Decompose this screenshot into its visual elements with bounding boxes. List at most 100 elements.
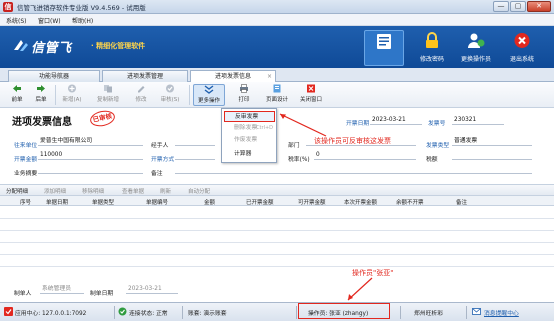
more-actions-button[interactable]: 更多操作 bbox=[193, 84, 225, 106]
change-password-label: 修改密码 bbox=[419, 56, 444, 63]
summary-value bbox=[38, 166, 40, 172]
col-seq: 序号 bbox=[20, 200, 32, 206]
exit-system-button[interactable]: 退出系统 bbox=[502, 30, 542, 66]
invoice-type-value: 普通发票 bbox=[454, 138, 478, 144]
maximize-button[interactable]: ▢ bbox=[510, 1, 526, 12]
add-detail-button[interactable]: 添加明细 bbox=[44, 187, 66, 195]
amount-value: 110000 bbox=[40, 152, 63, 158]
invoice-method-value bbox=[175, 152, 177, 158]
page-design-button[interactable]: 页面设计 bbox=[262, 84, 292, 106]
invoice-date-field[interactable]: 2023-03-21 bbox=[370, 116, 422, 125]
next-button[interactable]: 后单 bbox=[30, 84, 52, 106]
minimize-button[interactable]: — bbox=[493, 1, 509, 12]
edit-button[interactable]: 修改 bbox=[130, 84, 152, 106]
status-bar: 应用中心: 127.0.0.1:7092 连接状态: 正常 账套: 演示账套 操… bbox=[0, 302, 554, 321]
connection-status: 连接状态: 正常 bbox=[129, 311, 168, 317]
exit-system-label: 退出系统 bbox=[509, 56, 534, 63]
message-center-link[interactable]: 消息提醒中心 bbox=[484, 308, 519, 317]
summary-label: 业务摘要 bbox=[14, 171, 38, 177]
menu-bar: 系统(S) 窗口(W) 帮助(H) bbox=[0, 14, 554, 26]
audit-icon bbox=[166, 84, 174, 93]
design-icon bbox=[273, 84, 281, 93]
invoice-date-label: 开票日期 bbox=[346, 121, 370, 127]
remove-detail-button[interactable]: 移除明细 bbox=[82, 187, 104, 195]
close-window-button[interactable]: 关闭窗口 bbox=[296, 84, 326, 106]
summary-field[interactable] bbox=[38, 165, 143, 174]
edit-label: 修改 bbox=[135, 97, 147, 103]
status-separator bbox=[114, 306, 115, 319]
close-button[interactable]: ✕ bbox=[527, 1, 551, 12]
invoice-type-field[interactable]: 普通发票 bbox=[452, 137, 532, 146]
invoice-no-field[interactable]: 230321 bbox=[452, 116, 504, 125]
copy-add-button[interactable]: 复制新增 bbox=[92, 84, 124, 106]
col-balance: 余额不开票 bbox=[396, 200, 424, 206]
annotation-operator: 操作员"张亚" bbox=[352, 269, 394, 277]
auto-assign-button[interactable]: 自动分配 bbox=[188, 187, 210, 195]
tax-amount-value bbox=[452, 152, 454, 158]
menu-system[interactable]: 系统(S) bbox=[6, 16, 27, 25]
refresh-button[interactable]: 刷新 bbox=[160, 187, 171, 195]
remark-label: 备注 bbox=[151, 171, 163, 177]
unaudit-invoice-label: 反审发票 bbox=[235, 114, 259, 120]
tab-navigator[interactable]: 功能导航器 bbox=[8, 70, 100, 82]
invoice-method-field[interactable] bbox=[175, 151, 215, 160]
add-icon bbox=[68, 84, 76, 93]
menu-window[interactable]: 窗口(W) bbox=[38, 16, 61, 25]
remark-value bbox=[175, 166, 177, 172]
handler-label: 经手人 bbox=[151, 143, 169, 149]
amount-label: 开票金额 bbox=[14, 157, 38, 163]
change-operator-label: 更换操作员 bbox=[460, 56, 491, 63]
row-divider bbox=[0, 230, 554, 231]
remark-field[interactable] bbox=[175, 165, 532, 174]
brand-name: 信管飞 bbox=[31, 41, 72, 56]
app-center-icon bbox=[4, 307, 13, 316]
void-invoice-label: 作废发票 bbox=[234, 137, 258, 143]
envelope-icon bbox=[472, 308, 481, 315]
audit-label: 审核(S) bbox=[160, 97, 180, 103]
menu-help[interactable]: 帮助(H) bbox=[72, 16, 93, 25]
col-invoiceable: 可开票金额 bbox=[298, 200, 326, 206]
supplier-value: 爱普生中国有限公司 bbox=[40, 138, 93, 144]
view-doc-button[interactable]: 查看单据 bbox=[122, 187, 144, 195]
audited-stamp: 已审核 bbox=[88, 108, 117, 129]
document-list-icon bbox=[377, 34, 391, 49]
print-button[interactable]: 打印 bbox=[230, 84, 258, 106]
maker-field: 系统管理员 bbox=[40, 285, 84, 294]
tab-invoice-info-label: 进项发票信息 bbox=[214, 73, 251, 80]
toolbar-separator bbox=[189, 85, 190, 105]
row-divider bbox=[0, 254, 554, 255]
audit-button[interactable]: 审核(S) bbox=[156, 84, 184, 106]
tab-invoice-management-label: 进项发票管理 bbox=[126, 73, 163, 80]
more-actions-label: 更多操作 bbox=[197, 98, 220, 104]
company-status: 郑州旺析彩 bbox=[414, 311, 443, 317]
menu-item-delete-invoice[interactable]: 删除发票 Ctrl+D bbox=[224, 123, 275, 134]
change-operator-button[interactable]: 更换操作员 bbox=[456, 30, 496, 66]
tax-rate-value: 0 bbox=[316, 152, 320, 158]
tax-rate-field[interactable]: 0 bbox=[314, 151, 416, 160]
document-footer: 制单人 系统管理员 制单日期 2023-03-21 bbox=[0, 282, 554, 300]
menu-item-calculator[interactable]: 计算器 bbox=[224, 149, 275, 160]
amount-field[interactable]: 110000 bbox=[38, 151, 143, 160]
window-title: 信管飞进销存软件专业版 V9.4.569 - 试用版 bbox=[17, 4, 146, 12]
account-status: 账套: 演示账套 bbox=[188, 311, 227, 317]
make-date-field: 2023-03-21 bbox=[126, 285, 178, 294]
page-design-label: 页面设计 bbox=[265, 97, 288, 103]
tab-close-icon[interactable]: × bbox=[267, 71, 272, 82]
supplier-field[interactable]: 爱普生中国有限公司 bbox=[38, 137, 143, 146]
col-doc-date: 单据日期 bbox=[46, 200, 69, 206]
prev-button[interactable]: 前单 bbox=[6, 84, 28, 106]
tab-invoice-management[interactable]: 进项发票管理 bbox=[102, 70, 188, 82]
change-password-button[interactable]: 修改密码 bbox=[412, 30, 452, 66]
add-button[interactable]: 新增(A) bbox=[58, 84, 86, 106]
col-amount: 金额 bbox=[204, 200, 216, 206]
invoice-no-value: 230321 bbox=[454, 117, 477, 123]
handler-field[interactable] bbox=[175, 137, 215, 146]
header-document-button[interactable] bbox=[364, 30, 404, 66]
menu-item-unaudit-invoice[interactable]: 反审发票 bbox=[224, 111, 275, 122]
window-controls: — ▢ ✕ bbox=[493, 1, 551, 12]
print-label: 打印 bbox=[238, 97, 250, 103]
invoice-no-label: 发票号 bbox=[428, 121, 446, 127]
toolbar-separator bbox=[55, 85, 56, 105]
menu-item-void-invoice[interactable]: 作废发票 bbox=[224, 135, 275, 146]
tax-amount-field[interactable] bbox=[452, 151, 532, 160]
